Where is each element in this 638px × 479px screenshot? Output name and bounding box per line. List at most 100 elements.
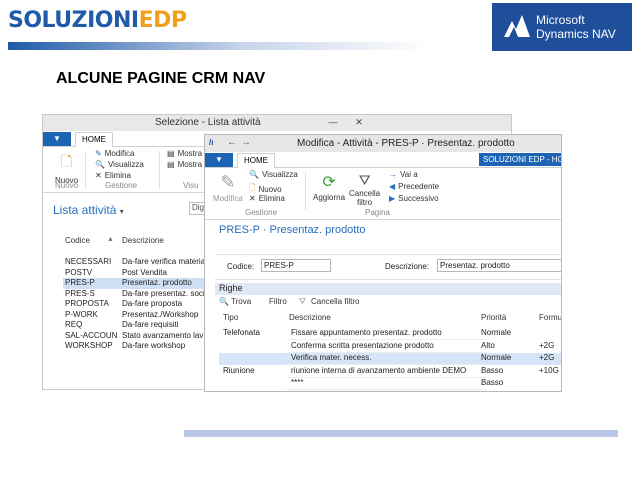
elimina-label: Elimina xyxy=(258,194,285,203)
filtro-label: filtro xyxy=(357,198,373,207)
visualizza-button[interactable]: 🔍 Visualizza xyxy=(249,170,298,179)
ribbon-separator xyxy=(305,172,306,210)
logo-text-edp: EDP xyxy=(138,8,187,33)
col-header-descrizione[interactable]: Descrizione xyxy=(122,236,164,245)
codice-label: Codice: xyxy=(227,262,255,271)
elimina-button[interactable]: ✕ Elimina xyxy=(95,171,131,180)
nuovo-button[interactable]: 🗋 Nuovo xyxy=(55,151,78,185)
visualizza-button[interactable]: 🔍 Visualizza xyxy=(95,160,144,169)
close-button[interactable]: ✕ xyxy=(347,117,371,129)
aggiorna-label: Aggiorna xyxy=(313,193,346,202)
list-item-code: NECESSARI xyxy=(65,257,112,266)
back-arrow-icon[interactable]: ← xyxy=(227,137,237,148)
col-header-tipo[interactable]: Tipo xyxy=(223,313,238,322)
view-icon: 🔍 xyxy=(95,160,105,169)
list-item[interactable]: REQ Da-fare requisiti xyxy=(63,320,213,331)
group-label-visu: Visu xyxy=(183,181,199,190)
descrizione-label: Descrizione: xyxy=(385,262,430,271)
elimina-button[interactable]: ✕ Elimina xyxy=(249,194,285,203)
tab-home[interactable]: HOME xyxy=(75,132,113,147)
modifica-button[interactable]: ✎ Modifica xyxy=(95,149,135,158)
refresh-icon: ⟳ xyxy=(322,174,336,191)
cell-divider xyxy=(287,378,487,390)
list-item-code: PROPOSTA xyxy=(65,299,109,308)
general-fields: Codice: PRES-P Descrizione: Presentaz. p… xyxy=(215,254,561,280)
precedente-label: Precedente xyxy=(398,182,440,191)
modifica-button[interactable]: ✎ Modifica xyxy=(213,172,243,203)
vai-a-button[interactable]: → Vai a xyxy=(389,170,418,179)
app-menu-button[interactable]: ▼ xyxy=(43,132,71,146)
table-row[interactable]: Riunione riunione interna di avanzamento … xyxy=(219,365,561,378)
go-to-arrow-icon: → xyxy=(389,170,397,179)
row-priorita: Basso xyxy=(481,365,504,375)
chevron-down-icon[interactable]: ▾ xyxy=(120,207,124,216)
nav-logo-icon: /ı xyxy=(209,138,214,147)
cancella-filtro-button[interactable]: ⛛ Cancella filtro xyxy=(349,172,380,207)
list-item-description: Presentaz. prodotto xyxy=(122,278,192,287)
list-item[interactable]: NECESSARI Da-fare verifica materia xyxy=(63,257,213,268)
view-icon: 🔍 xyxy=(249,170,259,179)
cancella-filtro-button[interactable]: Cancella filtro xyxy=(311,297,359,306)
col-header-formula[interactable]: Formu xyxy=(539,313,561,322)
list-item-code: P-WORK xyxy=(65,309,98,319)
list-item[interactable]: PROPOSTA Da-fare proposta xyxy=(63,299,213,310)
vai-a-label: Vai a xyxy=(400,170,418,179)
list-item-description: Da-fare workshop xyxy=(122,341,186,350)
list-item[interactable]: PRES-P Presentaz. prodotto xyxy=(63,278,213,289)
col-header-codice[interactable]: Codice xyxy=(65,236,90,245)
list-item-code: PRES-S xyxy=(65,288,95,298)
list-item[interactable]: SAL-ACCOUN Stato avanzamento lav xyxy=(63,331,213,342)
col-header-descrizione[interactable]: Descrizione xyxy=(289,313,331,322)
list-item-code: REQ xyxy=(65,320,83,329)
grid-header: Tipo Descrizione Priorità Formu xyxy=(219,313,561,325)
row-descrizione: **** xyxy=(291,378,304,387)
row-formula: +10G xyxy=(539,365,559,375)
list-item[interactable]: WORKSHOP Da-fare workshop xyxy=(63,341,213,352)
descrizione-field[interactable]: Presentaz. prodotto xyxy=(437,259,561,272)
elimina-label: Elimina xyxy=(104,171,131,180)
group-label-gestione: Gestione xyxy=(245,208,278,217)
row-priorita: Alto xyxy=(481,340,495,350)
ribbon-tabs: ▼ HOME SOLUZIONI EDP - HOT xyxy=(205,152,561,168)
page-title: PRES-P · Presentaz. prodotto xyxy=(219,224,366,236)
visualizza-label: Visualizza xyxy=(261,170,298,179)
table-row[interactable]: **** Basso xyxy=(219,378,561,390)
cancella-label: Cancella xyxy=(349,189,381,198)
aggiorna-button[interactable]: ⟳ Aggiorna xyxy=(313,172,345,202)
tab-home[interactable]: HOME xyxy=(237,153,275,168)
minimize-button[interactable]: — xyxy=(321,117,345,129)
ms-logo-line1: Microsoft xyxy=(536,13,585,27)
successivo-button[interactable]: ▶ Successivo xyxy=(389,194,439,203)
page-title: Lista attività ▾ xyxy=(53,203,124,217)
codice-field[interactable]: PRES-P xyxy=(261,259,331,272)
list-item-code: SAL-ACCOUN xyxy=(65,330,118,340)
filtro-button[interactable]: Filtro xyxy=(269,297,287,306)
next-icon: ▶ xyxy=(389,194,396,203)
footer-bar xyxy=(184,430,618,437)
table-row[interactable]: Telefonata Fissare appuntamento presentaz… xyxy=(219,328,561,340)
list-item-description: Da-fare proposta xyxy=(122,299,183,308)
list-item-description: Da-fare requisiti xyxy=(122,320,179,329)
clear-filter-icon[interactable]: ⛛ xyxy=(299,297,306,307)
app-menu-button[interactable]: ▼ xyxy=(205,153,233,167)
forward-arrow-icon[interactable]: → xyxy=(241,137,251,148)
pencil-icon: ✎ xyxy=(95,149,102,158)
lista-title-text: Lista attività xyxy=(53,203,117,217)
table-row[interactable]: Verifica mater. necess. Normale +2G xyxy=(219,353,561,365)
table-row[interactable]: Conferma scritta presentazione prodotto A… xyxy=(219,340,561,353)
delete-icon: ✕ xyxy=(249,194,256,203)
col-header-priorita[interactable]: Priorità xyxy=(481,313,506,322)
precedente-button[interactable]: ◀ Precedente xyxy=(389,182,439,191)
list-item[interactable]: P-WORK Presentaz./Workshop xyxy=(63,310,213,321)
row-descrizione: Conferma scritta presentazione prodotto xyxy=(291,340,434,350)
window-titlebar: Selezione - Lista attività — ✕ xyxy=(43,115,511,131)
list-item[interactable]: PRES-S Da-fare presentaz. soci xyxy=(63,289,213,300)
find-icon[interactable]: 🔍 xyxy=(219,297,229,306)
row-descrizione: riunione interna di avanzamento ambiente… xyxy=(291,365,467,375)
trova-button[interactable]: Trova xyxy=(231,297,251,306)
list-item-code: PRES-P xyxy=(65,278,95,287)
list-item-description: Post Vendita xyxy=(122,267,167,277)
nuovo-label: Nuovo xyxy=(258,184,282,194)
list-item[interactable]: POSTV Post Vendita xyxy=(63,268,213,279)
righe-section-header[interactable]: Righe xyxy=(215,283,561,295)
